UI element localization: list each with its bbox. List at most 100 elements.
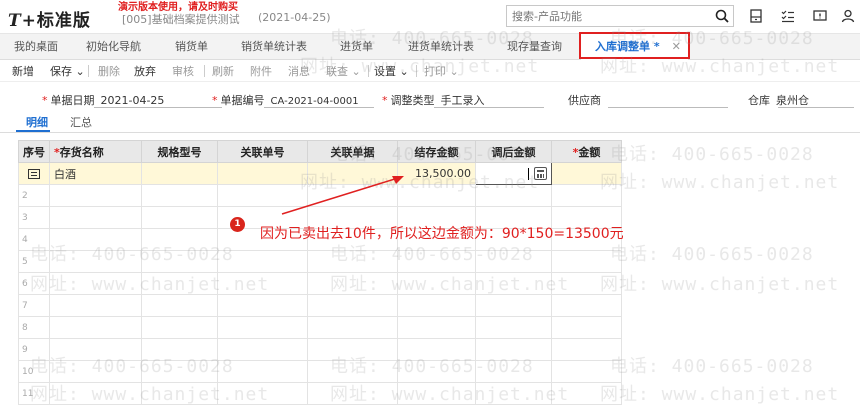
logo-mark: T+	[8, 11, 37, 31]
top-header: T+标准版 演示版本使用，请及时购买 [005]基础档案提供测试 (2021-0…	[0, 0, 860, 34]
col-amount: *金额	[551, 140, 622, 163]
settings-button[interactable]: 设置 ⌄	[374, 63, 409, 79]
cell-amount[interactable]	[551, 162, 622, 185]
table-row[interactable]: 11	[18, 382, 622, 405]
required-mark: *	[42, 94, 48, 107]
warehouse-value[interactable]: 泉州仓	[776, 94, 809, 107]
row-number: 10	[18, 360, 50, 383]
cell-ref-doc[interactable]	[307, 162, 398, 185]
col-amount-label: 金额	[578, 145, 601, 159]
col-ref-no: 关联单号	[217, 140, 308, 163]
tab-label: 销货单统计表	[241, 40, 307, 53]
row-actions[interactable]	[18, 162, 50, 185]
link-query-label: 联查	[326, 65, 348, 78]
tab-init-guide[interactable]: 初始化导航	[86, 34, 141, 60]
text-cursor	[528, 168, 529, 180]
table-row[interactable]: 2	[18, 184, 622, 207]
cell-stock-amount[interactable]: 13,500.00	[397, 162, 476, 185]
supplier-label: 供应商	[568, 94, 601, 107]
row-number: 6	[18, 272, 50, 295]
calculator-icon[interactable]	[534, 167, 547, 180]
grid-header-row: 序号 *存货名称 规格型号 关联单号 关联单据 结存金额 调后金额 *金额	[18, 140, 622, 163]
message-icon[interactable]	[812, 8, 828, 24]
doc-no-field[interactable]: * 单据编号 CA-2021-04-0001	[212, 92, 374, 108]
user-icon[interactable]	[840, 8, 856, 24]
row-menu-icon[interactable]	[28, 169, 40, 179]
cell-spec[interactable]	[141, 162, 218, 185]
doc-no-value[interactable]: CA-2021-04-0001	[271, 96, 359, 107]
watermark-phone: 电话: 400-665-0028	[610, 356, 814, 377]
field-underline	[94, 107, 222, 108]
col-stock-amount: 结存金额	[397, 140, 476, 163]
col-seq: 序号	[18, 140, 50, 163]
doc-date-field[interactable]: * 单据日期 2021-04-25	[42, 92, 222, 108]
save-button[interactable]: 保存 ⌄	[50, 63, 85, 79]
adjust-type-field[interactable]: * 调整类型 手工录入	[382, 92, 544, 108]
attachment-button[interactable]: 附件	[250, 63, 272, 79]
delete-button[interactable]: 删除	[98, 63, 120, 79]
add-button[interactable]: 新增	[12, 63, 34, 79]
close-icon[interactable]: ✕	[672, 40, 681, 53]
adjusted-amount-input[interactable]	[475, 162, 552, 185]
subtab-divider	[0, 132, 860, 133]
tab-inbound-adjust[interactable]: 入库调整单 * ✕	[581, 34, 688, 60]
search-box[interactable]	[506, 5, 734, 27]
required-mark: *	[382, 94, 388, 107]
watermark-phone: 电话: 400-665-0028	[610, 144, 814, 165]
tab-label: 我的桌面	[14, 40, 58, 53]
search-input[interactable]	[507, 6, 707, 26]
tab-purchase-order[interactable]: 进货单	[340, 34, 373, 60]
tab-purchase-stats[interactable]: 进货单统计表	[408, 34, 474, 60]
table-row[interactable]: 7	[18, 294, 622, 317]
adjust-type-label: 调整类型	[390, 94, 435, 107]
required-mark: *	[212, 94, 218, 107]
search-icon[interactable]	[715, 9, 729, 23]
warehouse-field[interactable]: 仓库 泉州仓	[748, 92, 854, 108]
table-row[interactable]: 8	[18, 316, 622, 339]
message-button[interactable]: 消息	[288, 63, 310, 79]
tab-bar: 我的桌面 初始化导航 销货单 销货单统计表 进货单 进货单统计表 现存量查询 入…	[0, 34, 860, 60]
checklist-icon[interactable]	[780, 8, 796, 24]
table-row[interactable]: 5	[18, 250, 622, 273]
doc-no-label: 单据编号	[220, 94, 265, 107]
watermark-site: 网址: www.chanjet.net	[600, 172, 840, 193]
field-underline	[608, 107, 728, 108]
table-row[interactable]: 9	[18, 338, 622, 361]
row-number: 4	[18, 228, 50, 251]
app-logo: T+标准版	[8, 6, 91, 31]
refresh-button[interactable]: 刷新	[212, 63, 234, 79]
subtab-detail[interactable]: 明细	[26, 114, 48, 130]
annotation-badge: 1	[230, 217, 245, 232]
logo-text: 标准版	[36, 11, 91, 31]
abandon-button[interactable]: 放弃	[134, 63, 156, 79]
subtab-summary[interactable]: 汇总	[70, 114, 92, 130]
print-button[interactable]: 打印 ⌄	[424, 63, 459, 79]
cell-ref-no[interactable]	[217, 162, 308, 185]
login-date: (2021-04-25)	[258, 11, 331, 24]
save-label: 保存	[50, 65, 72, 78]
tab-sales-order[interactable]: 销货单	[175, 34, 208, 60]
tab-stock-query[interactable]: 现存量查询	[507, 34, 562, 60]
doc-date-label: 单据日期	[50, 94, 95, 107]
supplier-field[interactable]: 供应商	[568, 92, 728, 108]
field-underline	[264, 107, 374, 108]
table-row[interactable]: 白酒 13,500.00	[18, 162, 622, 185]
toolbar-divider	[88, 65, 89, 77]
chevron-down-icon: ⌄	[72, 65, 85, 78]
row-number: 11	[18, 382, 50, 405]
table-row[interactable]: 6	[18, 272, 622, 295]
adjust-type-value[interactable]: 手工录入	[441, 94, 485, 107]
tab-my-desktop[interactable]: 我的桌面	[14, 34, 58, 60]
chevron-down-icon: ⌄	[396, 65, 409, 78]
doc-date-value[interactable]: 2021-04-25	[101, 94, 165, 107]
table-row[interactable]: 10	[18, 360, 622, 383]
row-number: 8	[18, 316, 50, 339]
cell-name[interactable]: 白酒	[49, 162, 142, 185]
document-icon[interactable]	[748, 8, 764, 24]
tab-sales-stats[interactable]: 销货单统计表	[241, 34, 307, 60]
chevron-down-icon: ⌄	[348, 65, 361, 78]
audit-button[interactable]: 审核	[172, 63, 194, 79]
watermark-site: 网址: www.chanjet.net	[600, 384, 840, 405]
col-adjusted-amount: 调后金额	[475, 140, 552, 163]
link-query-button[interactable]: 联查 ⌄	[326, 63, 361, 79]
